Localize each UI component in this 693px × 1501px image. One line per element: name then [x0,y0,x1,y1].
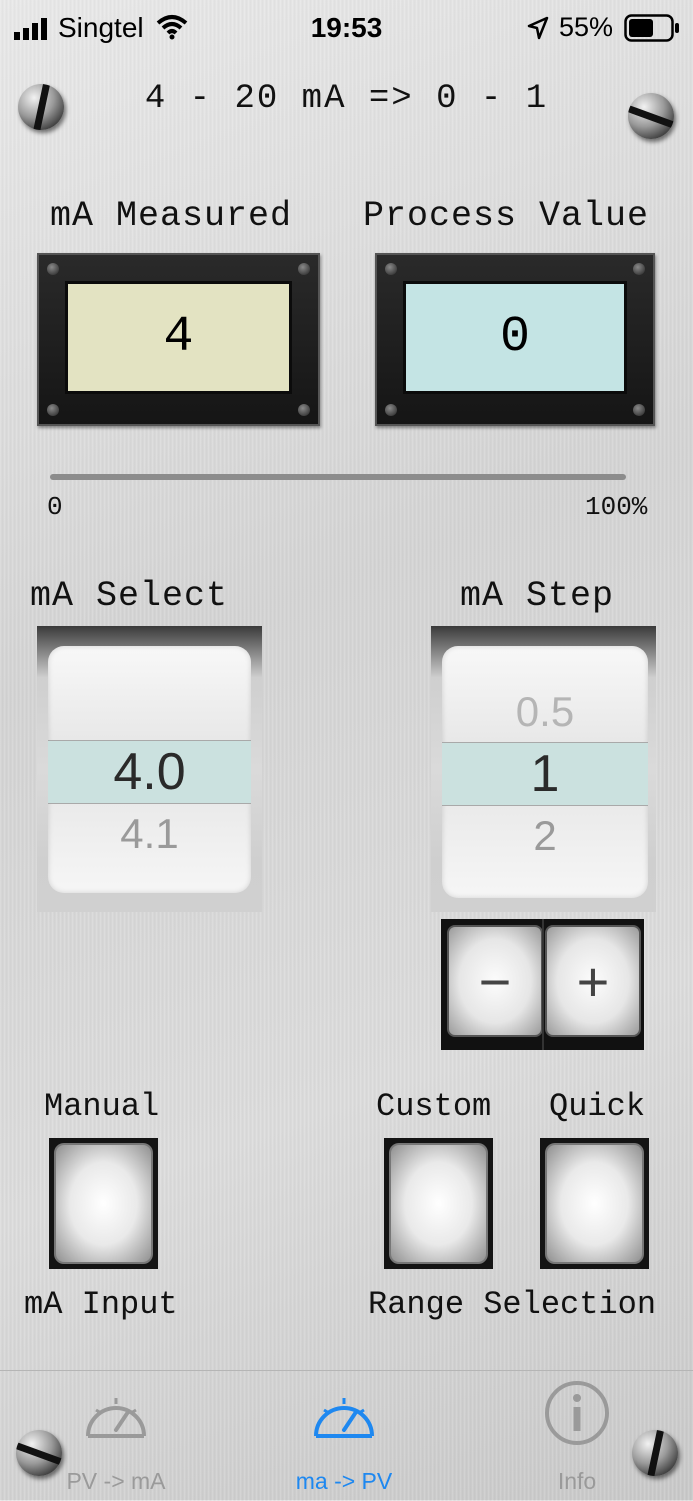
manual-ma-input-button-frame [49,1138,158,1269]
gauge-icon [86,1398,146,1438]
ma-measured-value: 4 [65,281,292,394]
ma-measured-meter: 4 [37,253,320,426]
decrement-button[interactable]: − [447,925,543,1037]
bolt [633,263,645,275]
tab-ma-to-pv[interactable]: ma -> PV [274,1372,414,1497]
range-selection-label: Range Selection [368,1286,657,1323]
ma-select-picker[interactable]: 4.0 4.1 [37,626,262,912]
manual-label: Manual [44,1088,160,1125]
quick-range-button-frame [540,1138,649,1269]
process-value-value: 0 [403,281,627,394]
manual-ma-input-button[interactable] [54,1143,153,1264]
tab-label: PV -> mA [66,1468,166,1494]
process-progress-bar [50,474,626,480]
progress-min-label: 0 [47,492,63,522]
ma-step-wheel[interactable]: 0.5 1 2 [442,646,648,898]
ma-input-label: mA Input [24,1286,178,1323]
bolt [47,404,59,416]
bolt [385,263,397,275]
tab-label: Info [557,1468,597,1494]
step-stepper: − + [441,919,644,1050]
bolt [47,263,59,275]
location-icon [527,16,549,40]
stepper-divider [542,919,544,1050]
conversion-title: 4 - 20 mA => 0 - 1 [144,80,549,118]
status-bar: Singtel 19:53 55% [0,0,693,56]
tab-info[interactable]: Info [507,1372,647,1497]
custom-range-button[interactable] [389,1143,488,1264]
increment-button[interactable]: + [545,925,641,1037]
picker-option[interactable]: 2 [442,812,648,860]
info-icon [545,1381,609,1445]
picker-selected-option[interactable]: 4.0 [48,742,251,802]
quick-label: Quick [549,1088,646,1125]
tab-label: ma -> PV [295,1468,393,1494]
battery-percent: 55% [558,12,613,42]
quick-range-button[interactable] [545,1143,644,1264]
process-value-label: Process Value [363,196,650,236]
bolt [385,404,397,416]
progress-max-label: 100% [585,492,648,522]
custom-range-button-frame [384,1138,493,1269]
process-value-meter: 0 [375,253,655,426]
picker-option[interactable]: 0.5 [442,688,648,736]
tab-pv-to-ma[interactable]: PV -> mA [46,1372,186,1497]
ma-select-label: mA Select [30,576,229,616]
gauge-icon [314,1398,374,1438]
ma-step-picker[interactable]: 0.5 1 2 [431,626,656,912]
custom-label: Custom [376,1088,492,1125]
picker-selected-option[interactable]: 1 [442,744,648,804]
ma-step-label: mA Step [460,576,615,616]
ma-select-wheel[interactable]: 4.0 4.1 [48,646,251,893]
bolt [633,404,645,416]
battery-icon [624,14,679,42]
ma-measured-label: mA Measured [50,196,293,236]
bolt [298,404,310,416]
bolt [298,263,310,275]
picker-option[interactable]: 4.1 [48,810,251,858]
